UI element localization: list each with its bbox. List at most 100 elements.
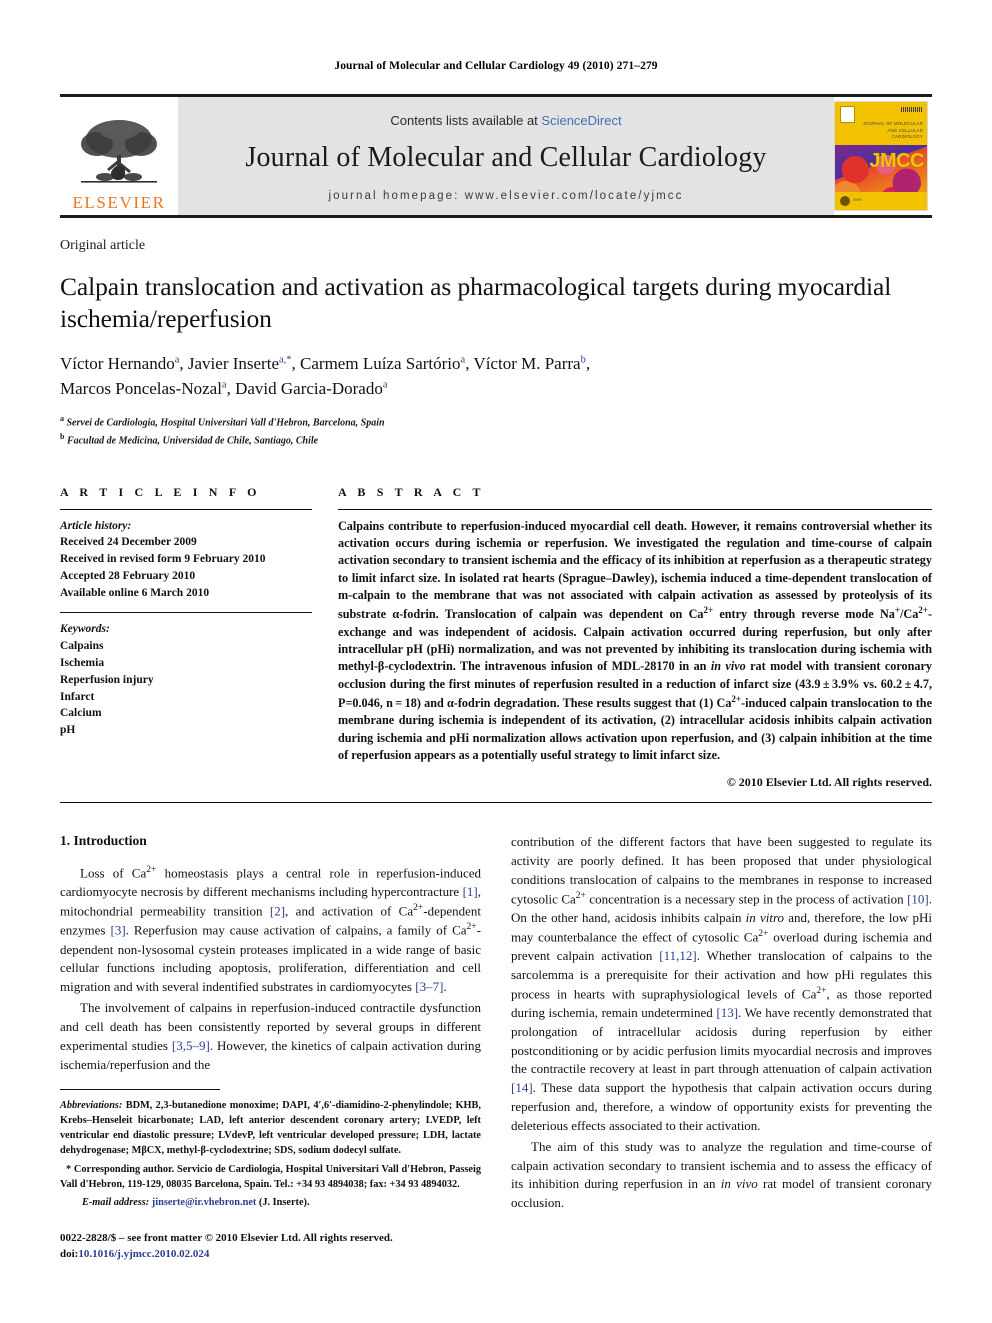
keyword-item: Reperfusion injury	[60, 673, 154, 686]
citation-link[interactable]: [2]	[270, 904, 285, 919]
author-name: Carmem Luíza Sartório	[300, 354, 461, 374]
elsevier-wordmark: ELSEVIER	[72, 193, 166, 212]
affiliation-item: b Facultad de Medicina, Universidad de C…	[60, 431, 932, 449]
journal-title: Journal of Molecular and Cellular Cardio…	[245, 141, 767, 173]
affiliation-text: Facultad de Medicina, Universidad de Chi…	[66, 435, 319, 447]
citation-link[interactable]: [10]	[907, 891, 929, 906]
author-name: Marcos Poncelas-Nozal	[60, 379, 222, 399]
cover-journal-title: JOURNAL OF MOLECULAR AND CELLULAR CARDIO…	[862, 121, 923, 140]
journal-masthead: ELSEVIER Contents lists available at Sci…	[60, 94, 932, 218]
elsevier-logo: ELSEVIER	[60, 97, 178, 215]
cover-elsevier-mark-icon	[840, 106, 855, 123]
body-column-left: 1. Introduction Loss of Ca2+ homeostasis…	[60, 833, 481, 1262]
keyword-item: Calpains	[60, 640, 104, 653]
divider	[60, 802, 932, 804]
divider	[338, 508, 932, 510]
citation-link[interactable]: [3,5–9]	[172, 1038, 210, 1053]
citation-link[interactable]: [14]	[511, 1080, 533, 1095]
author-list: Víctor Hernandoa, Javier Insertea,*, Car…	[60, 352, 932, 402]
article-type: Original article	[60, 238, 146, 253]
author-name: Javier Inserte	[187, 354, 279, 374]
cover-society-logo-icon	[840, 195, 850, 206]
author-line-1: Víctor Hernandoa, Javier Insertea,*, Car…	[60, 354, 591, 374]
article-page: Journal of Molecular and Cellular Cardio…	[0, 0, 992, 1323]
keywords-block: Keywords: Calpains Ischemia Reperfusion …	[60, 621, 312, 738]
citation-link[interactable]: [3]	[110, 923, 125, 938]
masthead-center: Contents lists available at ScienceDirec…	[178, 97, 834, 215]
contents-prefix: Contents lists available at	[390, 112, 542, 128]
author-name: Víctor M. Parra	[473, 354, 581, 374]
issn-doi-block: 0022-2828/$ – see front matter © 2010 El…	[60, 1230, 481, 1263]
email-link[interactable]: jinserte@ir.vhebron.net	[152, 1197, 257, 1208]
divider	[60, 612, 312, 614]
running-head: Journal of Molecular and Cellular Cardio…	[334, 60, 658, 72]
author-affiliation-marker: a	[382, 379, 388, 391]
cover-acronym: JMCC	[869, 149, 924, 172]
article-history: Article history: Received 24 December 20…	[60, 518, 312, 602]
divider	[60, 508, 312, 510]
history-item: Accepted 28 February 2010	[60, 569, 196, 582]
journal-cover-thumbnail: JOURNAL OF MOLECULAR AND CELLULAR CARDIO…	[834, 101, 928, 211]
history-item: Available online 6 March 2010	[60, 586, 210, 599]
affiliation-item: a Servei de Cardiologia, Hospital Univer…	[60, 413, 932, 431]
author-affiliation-marker: b	[580, 354, 586, 366]
elsevier-tree-icon	[81, 120, 157, 183]
abstract-copyright: © 2010 Elsevier Ltd. All rights reserved…	[726, 775, 932, 790]
abbreviations-footnote: Abbreviations: BDM, 2,3-butanedione mono…	[60, 1099, 481, 1156]
footnote-divider	[60, 1088, 220, 1090]
citation-link[interactable]: [1]	[463, 884, 478, 899]
keyword-item: Infarct	[60, 690, 95, 703]
keyword-item: pH	[60, 724, 76, 737]
paragraph: The involvement of calpains in reperfusi…	[60, 1000, 481, 1072]
cover-top: JOURNAL OF MOLECULAR AND CELLULAR CARDIO…	[835, 102, 927, 150]
affiliation-marker: b	[60, 431, 65, 441]
section-heading-introduction: 1. Introduction	[60, 833, 147, 849]
abbreviations-label: Abbreviations:	[60, 1099, 123, 1111]
info-abstract-band: A R T I C L E I N F O Article history: R…	[60, 485, 932, 791]
citation-link[interactable]: [11,12]	[659, 948, 696, 963]
author-line-2: Marcos Poncelas-Nozala, David Garcia-Dor…	[60, 379, 388, 399]
doi-label: doi:	[60, 1248, 79, 1261]
doi-link[interactable]: 10.1016/j.yjmcc.2010.02.024	[78, 1248, 209, 1260]
article-info-column: A R T I C L E I N F O Article history: R…	[60, 485, 312, 791]
cover-society-text: ISHR	[853, 198, 862, 203]
author-name: David Garcia-Dorado	[235, 379, 383, 399]
page-title: Calpain translocation and activation as …	[60, 272, 892, 334]
history-item: Received in revised form 9 February 2010	[60, 553, 266, 566]
history-item: Received 24 December 2009	[60, 536, 197, 549]
abstract-text: Calpains contribute to reperfusion-induc…	[338, 518, 933, 762]
keywords-label: Keywords:	[60, 623, 110, 636]
article-history-label: Article history:	[60, 519, 132, 532]
citation-link[interactable]: [13]	[716, 1005, 738, 1020]
paragraph: The aim of this study was to analyze the…	[511, 1138, 932, 1211]
abstract-label: A B S T R A C T	[338, 484, 485, 499]
email-footnote: E-mail address: jinserte@ir.vhebron.net …	[60, 1195, 481, 1210]
affiliation-marker: a	[60, 413, 64, 423]
cover-bottom-bar: ISHR	[835, 191, 927, 210]
sciencedirect-link[interactable]: ScienceDirect	[541, 113, 621, 128]
author-affiliation-marker: a	[460, 354, 466, 366]
keyword-item: Calcium	[60, 707, 102, 720]
corresponding-author-footnote: * Corresponding author. Servicio de Card…	[60, 1163, 482, 1190]
author-affiliation-marker: a	[174, 354, 180, 366]
author-affiliation-marker: a,*	[278, 354, 292, 366]
email-label: E-mail address:	[82, 1196, 150, 1208]
affiliation-text: Servei de Cardiologia, Hospital Universi…	[66, 417, 385, 429]
paragraph: contribution of the different factors th…	[511, 834, 932, 1133]
affiliation-list: a Servei de Cardiologia, Hospital Univer…	[60, 413, 932, 449]
journal-homepage-line[interactable]: journal homepage: www.elsevier.com/locat…	[328, 190, 683, 202]
keyword-item: Ischemia	[60, 657, 105, 669]
citation-link[interactable]: [3–7]	[415, 979, 443, 994]
corresponding-label: Corresponding author.	[73, 1163, 175, 1175]
issn-line: 0022-2828/$ – see front matter © 2010 El…	[60, 1231, 393, 1244]
abstract-column: A B S T R A C T Calpains contribute to r…	[338, 485, 932, 791]
author-affiliation-marker: a	[221, 379, 227, 391]
body-column-right: contribution of the different factors th…	[511, 833, 932, 1262]
article-info-label: A R T I C L E I N F O	[60, 484, 261, 499]
doi-line: doi:10.1016/j.yjmcc.2010.02.024	[60, 1246, 481, 1263]
email-suffix: (J. Inserte).	[258, 1196, 310, 1208]
contents-available-line: Contents lists available at ScienceDirec…	[390, 113, 621, 128]
paragraph: Loss of Ca2+ homeostasis plays a central…	[60, 865, 481, 995]
cover-barcode-icon	[901, 107, 923, 112]
author-name: Víctor Hernando	[60, 354, 175, 374]
